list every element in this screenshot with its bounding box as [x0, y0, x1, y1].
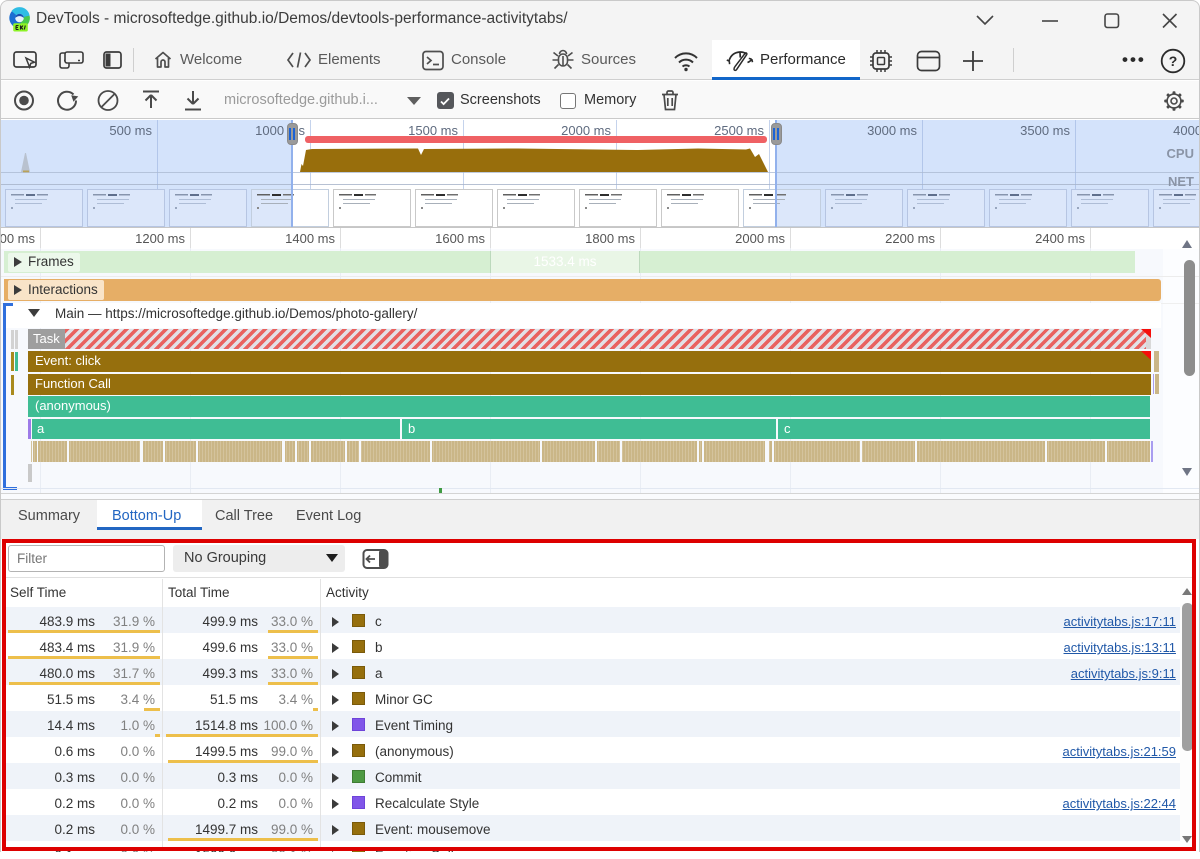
svg-text:?: ?: [1169, 53, 1178, 69]
